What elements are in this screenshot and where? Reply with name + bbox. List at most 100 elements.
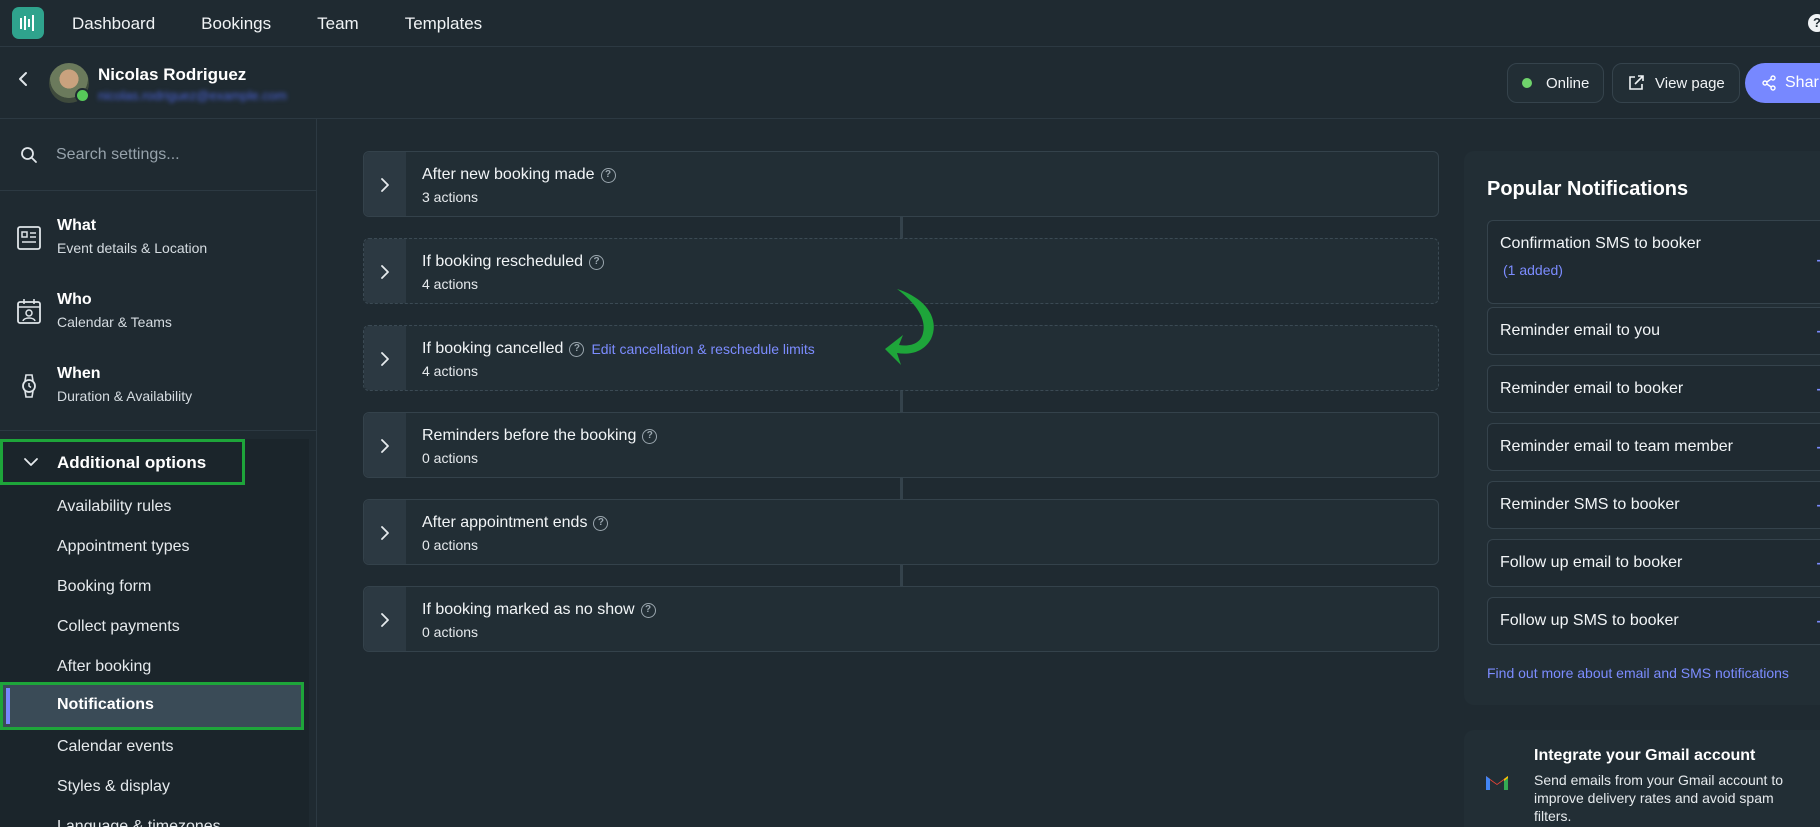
connector-line bbox=[900, 565, 903, 587]
plus-icon[interactable]: + bbox=[1816, 321, 1820, 343]
watch-icon bbox=[22, 374, 36, 398]
nav-templates[interactable]: Templates bbox=[405, 14, 482, 34]
trigger-actions-count: 0 actions bbox=[422, 624, 479, 640]
help-circle-icon[interactable]: ? bbox=[640, 602, 656, 618]
edit-cancellation-limits-link[interactable]: Edit cancellation & reschedule limits bbox=[591, 341, 814, 357]
trigger-actions-count: 0 actions bbox=[422, 537, 479, 553]
popular-item-follow-up-email[interactable]: Follow up email to booker + bbox=[1487, 539, 1820, 587]
popular-item-label: Reminder email to booker bbox=[1500, 380, 1684, 397]
popular-item-label: Reminder email to team member bbox=[1500, 438, 1733, 455]
trigger-title: Reminders before the booking ? bbox=[422, 427, 658, 445]
trigger-actions-count: 4 actions bbox=[422, 276, 479, 292]
trigger-no-show[interactable]: If booking marked as no show ? 0 actions bbox=[363, 586, 1439, 652]
help-circle-icon[interactable]: ? bbox=[600, 167, 616, 183]
trigger-title: If booking rescheduled ? bbox=[422, 253, 604, 271]
sidebar-item-availability-rules[interactable]: Availability rules bbox=[57, 498, 171, 516]
expand-toggle[interactable] bbox=[364, 500, 406, 564]
popular-item-confirmation-sms[interactable]: Confirmation SMS to booker (1 added) + bbox=[1487, 220, 1820, 304]
sidebar-item-after-booking[interactable]: After booking bbox=[57, 658, 151, 676]
sidebar-item-calendar-events[interactable]: Calendar events bbox=[57, 738, 174, 756]
connector-line bbox=[900, 478, 903, 500]
section-title: When bbox=[57, 365, 101, 382]
share-icon bbox=[1762, 75, 1776, 91]
expand-toggle[interactable] bbox=[364, 239, 406, 303]
plus-icon[interactable]: + bbox=[1816, 495, 1820, 517]
sidebar-item-language-timezones[interactable]: Language & timezones bbox=[57, 818, 221, 827]
share-label: Shar bbox=[1785, 74, 1819, 91]
online-dot-icon bbox=[1522, 78, 1532, 88]
app-logo[interactable] bbox=[12, 7, 44, 39]
sidebar-divider bbox=[0, 430, 316, 431]
view-page-button[interactable]: View page bbox=[1612, 63, 1740, 103]
additional-options-toggle[interactable]: Additional options bbox=[0, 439, 245, 485]
plus-icon[interactable]: + bbox=[1816, 379, 1820, 401]
sidebar-item-appointment-types[interactable]: Appointment types bbox=[57, 538, 190, 556]
section-subtitle: Duration & Availability bbox=[57, 388, 193, 404]
sidebar-item-notifications[interactable]: Notifications bbox=[0, 682, 304, 730]
help-circle-icon[interactable]: ? bbox=[593, 515, 609, 531]
sidebar-item-booking-form[interactable]: Booking form bbox=[57, 578, 151, 596]
nav-dashboard[interactable]: Dashboard bbox=[72, 14, 155, 34]
green-pointer-arrow-icon bbox=[885, 289, 934, 365]
nav-team[interactable]: Team bbox=[317, 14, 359, 34]
popular-notifications-title: Popular Notifications bbox=[1487, 178, 1689, 200]
top-navbar: Dashboard Bookings Team Templates ? bbox=[0, 0, 1820, 47]
trigger-after-appointment[interactable]: After appointment ends ? 0 actions bbox=[363, 499, 1439, 565]
trigger-title: After new booking made ? bbox=[422, 166, 616, 184]
expand-toggle[interactable] bbox=[364, 413, 406, 477]
plus-icon[interactable]: + bbox=[1816, 611, 1820, 633]
popular-item-follow-up-sms[interactable]: Follow up SMS to booker + bbox=[1487, 597, 1820, 645]
help-circle-icon[interactable]: ? bbox=[642, 428, 658, 444]
section-title: Who bbox=[57, 291, 92, 308]
section-title: What bbox=[57, 217, 97, 234]
expand-toggle[interactable] bbox=[364, 587, 406, 651]
trigger-reminders-before[interactable]: Reminders before the booking ? 0 actions bbox=[363, 412, 1439, 478]
trigger-after-new-booking[interactable]: After new booking made ? 3 actions bbox=[363, 151, 1439, 217]
chevron-right-icon bbox=[381, 352, 389, 366]
external-link-icon bbox=[1629, 75, 1644, 90]
share-button[interactable]: Shar bbox=[1745, 63, 1820, 103]
plus-icon[interactable]: + bbox=[1816, 553, 1820, 575]
chevron-right-icon bbox=[381, 439, 389, 453]
sidebar-item-collect-payments[interactable]: Collect payments bbox=[57, 618, 180, 636]
chevron-right-icon bbox=[381, 526, 389, 540]
notifications-learn-more-link[interactable]: Find out more about email and SMS notifi… bbox=[1487, 665, 1789, 681]
settings-search bbox=[0, 119, 316, 191]
popular-item-reminder-email-you[interactable]: Reminder email to you + bbox=[1487, 307, 1820, 355]
sidebar-item-styles-display[interactable]: Styles & display bbox=[57, 778, 170, 796]
back-arrow-icon[interactable] bbox=[14, 69, 34, 89]
sidebar-section-who[interactable]: Who Calendar & Teams bbox=[0, 277, 316, 347]
help-circle-icon[interactable]: ? bbox=[589, 254, 604, 270]
online-status-button[interactable]: Online bbox=[1507, 63, 1605, 103]
help-circle-icon[interactable]: ? bbox=[569, 341, 585, 357]
help-icon[interactable]: ? bbox=[1808, 14, 1820, 32]
trigger-actions-count: 0 actions bbox=[422, 450, 479, 466]
settings-sidebar: What Event details & Location Who Calend… bbox=[0, 119, 317, 827]
expand-toggle[interactable] bbox=[364, 152, 406, 216]
search-input[interactable] bbox=[56, 141, 296, 169]
plus-icon[interactable]: + bbox=[1816, 250, 1820, 272]
user-name: Nicolas Rodriguez bbox=[98, 65, 247, 84]
popular-item-reminder-email-booker[interactable]: Reminder email to booker + bbox=[1487, 365, 1820, 413]
trigger-title: If booking cancelled ? Edit cancellation… bbox=[422, 340, 815, 357]
nav-bookings[interactable]: Bookings bbox=[201, 14, 271, 34]
popular-item-reminder-email-team[interactable]: Reminder email to team member + bbox=[1487, 423, 1820, 471]
user-email: nicolas.rodriguez@example.com bbox=[98, 88, 287, 103]
trigger-actions-count: 3 actions bbox=[422, 189, 479, 205]
chevron-right-icon bbox=[381, 265, 389, 279]
gmail-description: Send emails from your Gmail account to i… bbox=[1534, 772, 1783, 824]
event-header: Nicolas Rodriguez nicolas.rodriguez@exam… bbox=[0, 47, 1820, 119]
sidebar-section-what[interactable]: What Event details & Location bbox=[0, 203, 316, 273]
trigger-title: After appointment ends ? bbox=[422, 514, 609, 532]
plus-icon[interactable]: + bbox=[1816, 437, 1820, 459]
sidebar-section-when[interactable]: When Duration & Availability bbox=[0, 351, 316, 421]
calendar-user-icon bbox=[17, 299, 41, 324]
gmail-icon bbox=[1486, 776, 1508, 790]
popular-item-reminder-sms-booker[interactable]: Reminder SMS to booker + bbox=[1487, 481, 1820, 529]
gmail-integration-card[interactable]: Integrate your Gmail account Send emails… bbox=[1464, 730, 1820, 827]
view-page-label: View page bbox=[1655, 74, 1725, 92]
chevron-right-icon bbox=[381, 178, 389, 192]
expand-toggle[interactable] bbox=[364, 326, 406, 390]
trigger-title: If booking marked as no show ? bbox=[422, 601, 656, 619]
trigger-actions-count: 4 actions bbox=[422, 363, 479, 379]
